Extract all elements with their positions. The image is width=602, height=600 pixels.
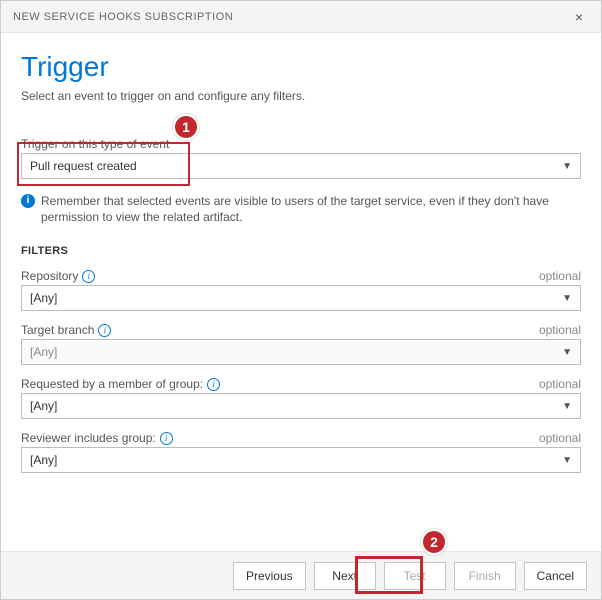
help-icon[interactable]: i bbox=[98, 324, 111, 337]
repository-filter: Repository i optional [Any] ▼ bbox=[21, 267, 581, 311]
help-icon[interactable]: i bbox=[160, 432, 173, 445]
target-branch-select[interactable]: [Any] ▼ bbox=[21, 339, 581, 365]
event-type-label: Trigger on this type of event bbox=[21, 137, 581, 151]
help-icon[interactable]: i bbox=[82, 270, 95, 283]
dialog-footer: Previous Next Test Finish Cancel bbox=[1, 551, 601, 599]
test-button: Test bbox=[384, 562, 446, 590]
next-button[interactable]: Next bbox=[314, 562, 376, 590]
repository-value: [Any] bbox=[30, 291, 57, 305]
dialog-title: NEW SERVICE HOOKS SUBSCRIPTION bbox=[13, 11, 233, 23]
info-text: Remember that selected events are visibl… bbox=[41, 193, 581, 225]
repository-select[interactable]: [Any] ▼ bbox=[21, 285, 581, 311]
chevron-down-icon: ▼ bbox=[562, 293, 572, 304]
dialog-content: Trigger Select an event to trigger on an… bbox=[1, 33, 601, 473]
info-note: i Remember that selected events are visi… bbox=[21, 193, 581, 225]
previous-button[interactable]: Previous bbox=[233, 562, 306, 590]
page-subtitle: Select an event to trigger on and config… bbox=[21, 89, 581, 103]
reviewer-filter: Reviewer includes group: i optional [Any… bbox=[21, 429, 581, 473]
optional-label: optional bbox=[539, 269, 581, 283]
requested-by-filter: Requested by a member of group: i option… bbox=[21, 375, 581, 419]
chevron-down-icon: ▼ bbox=[562, 455, 572, 466]
requested-by-value: [Any] bbox=[30, 399, 57, 413]
info-icon: i bbox=[21, 194, 35, 208]
target-branch-filter: Target branch i optional [Any] ▼ bbox=[21, 321, 581, 365]
chevron-down-icon: ▼ bbox=[562, 401, 572, 412]
page-title: Trigger bbox=[21, 51, 581, 83]
cancel-button[interactable]: Cancel bbox=[524, 562, 587, 590]
chevron-down-icon: ▼ bbox=[562, 161, 572, 172]
optional-label: optional bbox=[539, 431, 581, 445]
requested-by-label: Requested by a member of group: bbox=[21, 377, 203, 391]
event-type-value: Pull request created bbox=[30, 159, 137, 173]
requested-by-select[interactable]: [Any] ▼ bbox=[21, 393, 581, 419]
repository-label: Repository bbox=[21, 269, 78, 283]
optional-label: optional bbox=[539, 323, 581, 337]
target-branch-value: [Any] bbox=[30, 345, 57, 359]
reviewer-select[interactable]: [Any] ▼ bbox=[21, 447, 581, 473]
filters-heading: FILTERS bbox=[21, 245, 581, 257]
event-type-select[interactable]: Pull request created ▼ bbox=[21, 153, 581, 179]
optional-label: optional bbox=[539, 377, 581, 391]
finish-button: Finish bbox=[454, 562, 516, 590]
close-icon[interactable]: × bbox=[569, 7, 589, 27]
reviewer-value: [Any] bbox=[30, 453, 57, 467]
reviewer-label: Reviewer includes group: bbox=[21, 431, 156, 445]
event-type-field: Trigger on this type of event Pull reque… bbox=[21, 137, 581, 179]
help-icon[interactable]: i bbox=[207, 378, 220, 391]
target-branch-label: Target branch bbox=[21, 323, 94, 337]
chevron-down-icon: ▼ bbox=[562, 347, 572, 358]
dialog-header: NEW SERVICE HOOKS SUBSCRIPTION × bbox=[1, 1, 601, 33]
